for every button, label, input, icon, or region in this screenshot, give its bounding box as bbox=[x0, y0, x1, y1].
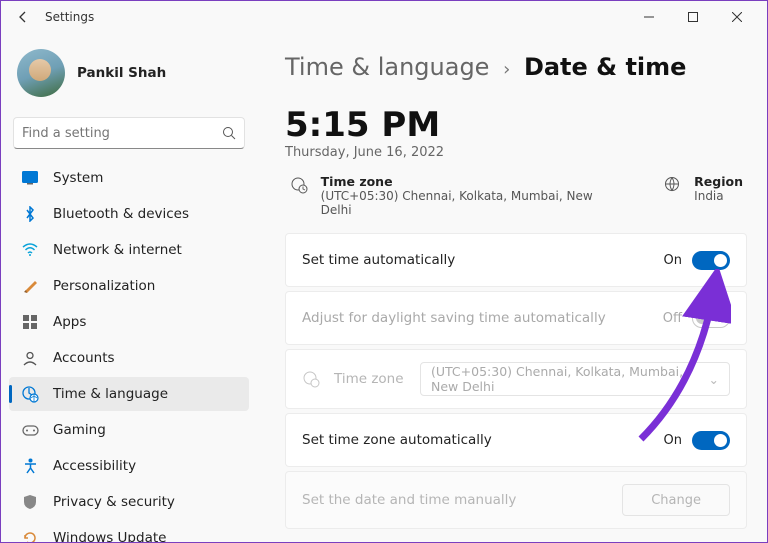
chevron-right-icon: › bbox=[503, 59, 510, 80]
window-title: Settings bbox=[45, 10, 94, 24]
set-time-auto-toggle[interactable] bbox=[692, 251, 730, 270]
set-tz-auto-card: Set time zone automatically On bbox=[285, 413, 747, 467]
set-tz-auto-toggle[interactable] bbox=[692, 431, 730, 450]
sidebar-item-label: Gaming bbox=[53, 422, 106, 438]
back-button[interactable] bbox=[9, 3, 37, 31]
toggle-state: On bbox=[664, 433, 682, 448]
set-time-auto-card: Set time automatically On bbox=[285, 233, 747, 287]
setting-label: Adjust for daylight saving time automati… bbox=[302, 310, 606, 326]
timezone-select: (UTC+05:30) Chennai, Kolkata, Mumbai, Ne… bbox=[420, 362, 730, 396]
timezone-label: Time zone bbox=[321, 174, 623, 189]
sidebar-item-label: Bluetooth & devices bbox=[53, 206, 189, 222]
sidebar-item-label: Personalization bbox=[53, 278, 155, 294]
dst-toggle bbox=[692, 309, 730, 328]
sidebar-item-personalization[interactable]: Personalization bbox=[9, 269, 249, 303]
change-button: Change bbox=[622, 484, 730, 516]
region-value: India bbox=[694, 189, 743, 203]
timezone-select-card: Time zone (UTC+05:30) Chennai, Kolkata, … bbox=[285, 349, 747, 409]
bluetooth-icon bbox=[21, 205, 39, 223]
sidebar-item-apps[interactable]: Apps bbox=[9, 305, 249, 339]
chevron-down-icon: ⌄ bbox=[709, 372, 719, 387]
sidebar-item-label: Network & internet bbox=[53, 242, 182, 258]
search-box[interactable] bbox=[13, 117, 245, 149]
brush-icon bbox=[21, 277, 39, 295]
wifi-icon bbox=[21, 241, 39, 259]
breadcrumb: Time & language › Date & time bbox=[285, 53, 747, 81]
sidebar-item-network[interactable]: Network & internet bbox=[9, 233, 249, 267]
minimize-button[interactable] bbox=[627, 1, 671, 33]
sidebar: Pankil Shah System Bluetooth & devices N… bbox=[1, 33, 257, 542]
timezone-value: (UTC+05:30) Chennai, Kolkata, Mumbai, Ne… bbox=[321, 189, 623, 217]
maximize-button[interactable] bbox=[671, 1, 715, 33]
sidebar-item-accessibility[interactable]: Accessibility bbox=[9, 449, 249, 483]
sidebar-item-label: Accessibility bbox=[53, 458, 136, 474]
update-icon bbox=[21, 529, 39, 542]
close-button[interactable] bbox=[715, 1, 759, 33]
breadcrumb-parent[interactable]: Time & language bbox=[285, 53, 489, 81]
sidebar-item-label: Windows Update bbox=[53, 530, 166, 542]
globe-clock-icon bbox=[289, 174, 309, 194]
sidebar-item-gaming[interactable]: Gaming bbox=[9, 413, 249, 447]
search-icon bbox=[222, 126, 236, 140]
profile-name: Pankil Shah bbox=[77, 65, 166, 81]
sidebar-item-update[interactable]: Windows Update bbox=[9, 521, 249, 542]
setting-label: Time zone bbox=[334, 371, 404, 387]
accessibility-icon bbox=[21, 457, 39, 475]
display-icon bbox=[21, 169, 39, 187]
sidebar-item-label: Apps bbox=[53, 314, 86, 330]
sidebar-item-privacy[interactable]: Privacy & security bbox=[9, 485, 249, 519]
breadcrumb-current: Date & time bbox=[524, 53, 687, 81]
select-value: (UTC+05:30) Chennai, Kolkata, Mumbai, Ne… bbox=[431, 364, 709, 394]
globe-icon bbox=[662, 174, 682, 192]
setting-label: Set time zone automatically bbox=[302, 432, 492, 448]
apps-icon bbox=[21, 313, 39, 331]
person-icon bbox=[21, 349, 39, 367]
globe-clock-icon bbox=[21, 385, 39, 403]
sidebar-item-accounts[interactable]: Accounts bbox=[9, 341, 249, 375]
profile[interactable]: Pankil Shah bbox=[9, 45, 249, 109]
clock-date: Thursday, June 16, 2022 bbox=[285, 145, 747, 160]
toggle-state: Off bbox=[663, 311, 682, 326]
sidebar-item-label: Privacy & security bbox=[53, 494, 175, 510]
sidebar-item-label: Time & language bbox=[53, 386, 168, 402]
search-input[interactable] bbox=[22, 126, 222, 141]
sidebar-item-label: Accounts bbox=[53, 350, 115, 366]
game-icon bbox=[21, 421, 39, 439]
globe-clock-icon bbox=[302, 370, 320, 388]
timezone-info: Time zone (UTC+05:30) Chennai, Kolkata, … bbox=[289, 174, 622, 217]
region-label: Region bbox=[694, 174, 743, 189]
manual-time-card: Set the date and time manually Change bbox=[285, 471, 747, 529]
sidebar-item-system[interactable]: System bbox=[9, 161, 249, 195]
main-panel: Time & language › Date & time 5:15 PM Th… bbox=[257, 33, 767, 542]
region-info: Region India bbox=[662, 174, 743, 217]
nav: System Bluetooth & devices Network & int… bbox=[9, 161, 249, 542]
avatar bbox=[17, 49, 65, 97]
setting-label: Set the date and time manually bbox=[302, 492, 516, 508]
sidebar-item-label: System bbox=[53, 170, 103, 186]
shield-icon bbox=[21, 493, 39, 511]
setting-label: Set time automatically bbox=[302, 252, 455, 268]
sidebar-item-time-language[interactable]: Time & language bbox=[9, 377, 249, 411]
clock-time: 5:15 PM bbox=[285, 105, 747, 145]
sidebar-item-bluetooth[interactable]: Bluetooth & devices bbox=[9, 197, 249, 231]
titlebar: Settings bbox=[1, 1, 767, 33]
toggle-state: On bbox=[664, 253, 682, 268]
dst-card: Adjust for daylight saving time automati… bbox=[285, 291, 747, 345]
